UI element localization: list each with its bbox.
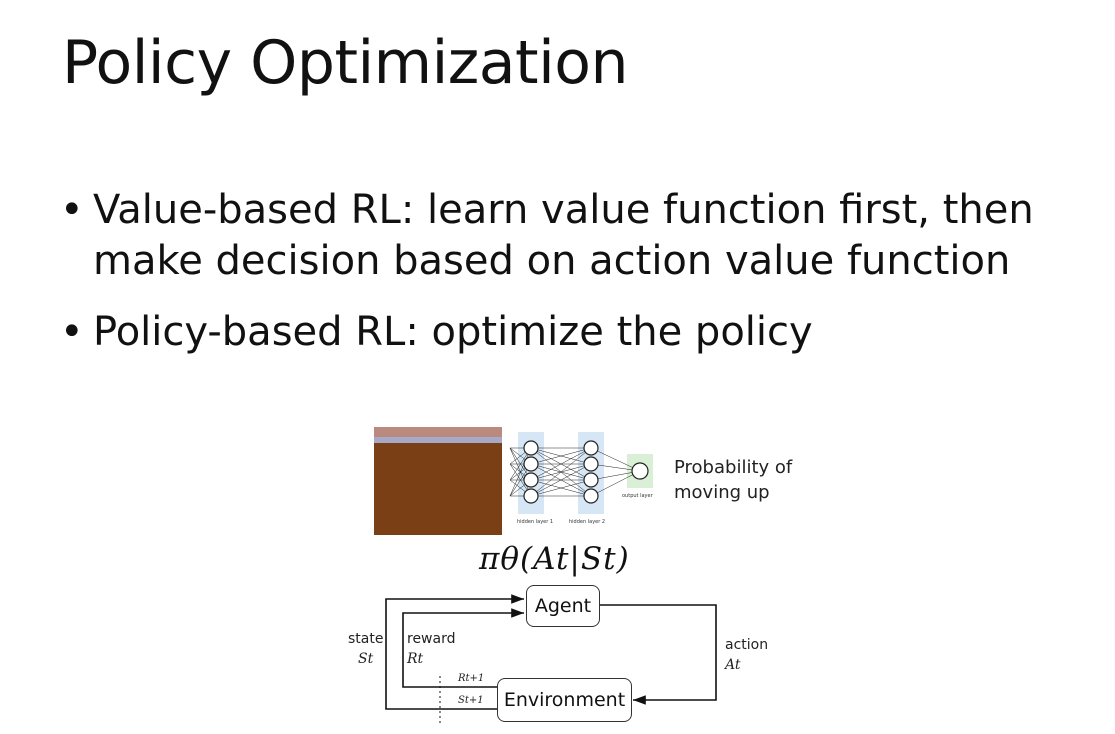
bullet-policy-based: • Policy-based RL: optimize the policy — [60, 307, 1080, 358]
reward-symbol: Rt — [407, 651, 424, 667]
policy-formula: πθ(At|St) — [479, 541, 630, 577]
next-reward-symbol: Rt+1 — [458, 673, 485, 684]
hidden-layer-one-label: hidden layer 1 — [517, 519, 553, 525]
reward-label: reward — [407, 631, 456, 647]
policy-figure: hidden layer 1 hidden layer 2 output lay… — [340, 425, 810, 725]
bullet-text: Value-based RL: learn value function fir… — [93, 187, 1034, 284]
bullet-value-based: • Value-based RL: learn value function f… — [60, 185, 1080, 287]
environment-box: Environment — [497, 678, 632, 722]
output-layer-label: output layer — [622, 493, 654, 499]
agent-box: Agent — [526, 585, 600, 627]
action-label: action — [725, 637, 769, 653]
policy-formula-text: πθ(At|St) — [479, 541, 630, 577]
hidden-layer-two-label: hidden layer 2 — [569, 519, 605, 525]
bullet-text: Policy-based RL: optimize the policy — [93, 309, 813, 355]
action-symbol: At — [725, 657, 741, 673]
bullet-dot-icon: • — [60, 187, 84, 233]
bullet-list: • Value-based RL: learn value function f… — [60, 185, 1080, 358]
bullet-dot-icon: • — [60, 309, 84, 355]
next-state-symbol: St+1 — [458, 695, 484, 706]
probability-label: Probability of moving up — [674, 457, 793, 503]
state-label: state — [348, 631, 384, 647]
state-symbol: St — [358, 651, 374, 667]
slide-title: Policy Optimization — [62, 28, 628, 98]
